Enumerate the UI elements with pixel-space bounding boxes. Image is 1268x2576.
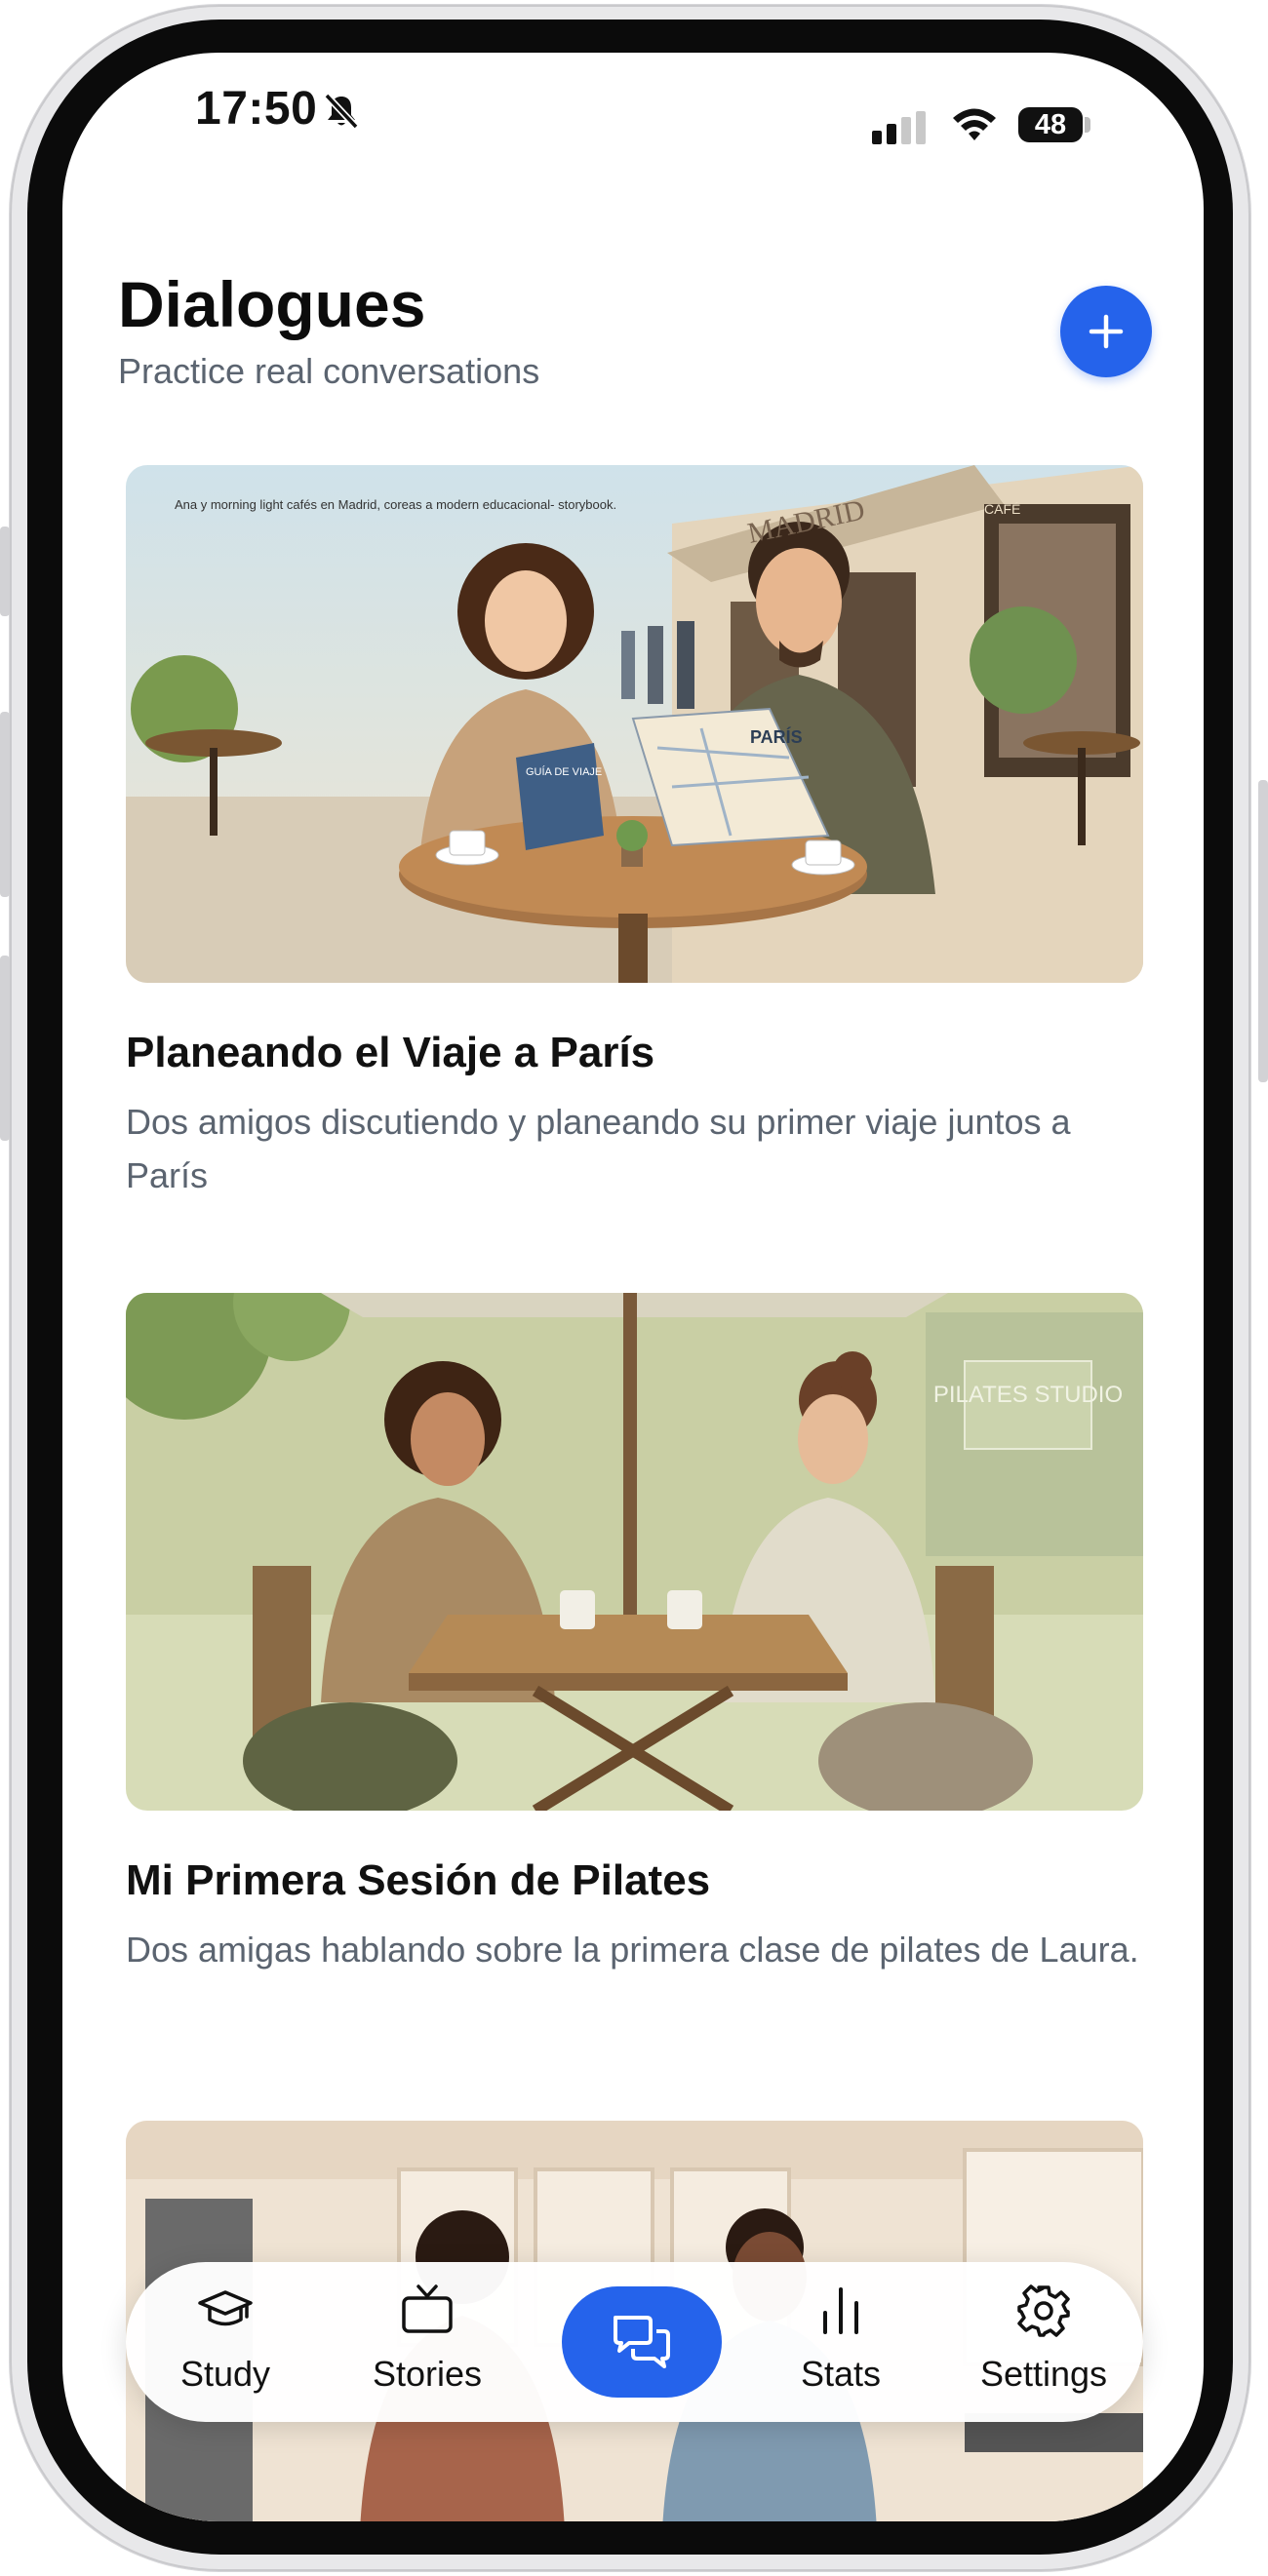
power-button — [1258, 780, 1268, 1082]
wifi-icon — [953, 108, 996, 140]
tab-settings-label: Settings — [979, 2354, 1108, 2394]
dialogue-title[interactable]: Planeando el Viaje a París — [126, 1029, 654, 1077]
pilates-cafe-illustration: PILATES STUDIO — [126, 1293, 1143, 1811]
map-label: PARÍS — [750, 726, 803, 747]
chat-bubbles-icon — [614, 2316, 670, 2368]
paris-cafe-illustration: PARÍS GUÍA DE VIAJE MADRID CAFÉ Ana y mo… — [126, 465, 1143, 983]
tab-study-label: Study — [179, 2354, 271, 2394]
bar-chart-icon — [823, 2287, 858, 2334]
dialogue-description: Dos amigas hablando sobre la primera cla… — [126, 1930, 1139, 1970]
page-subtitle: Practice real conversations — [118, 351, 540, 391]
status-time: 17:50 — [195, 83, 318, 135]
cafe-sign: CAFÉ — [984, 501, 1020, 517]
dialogue-card-image[interactable]: PILATES STUDIO — [126, 1293, 1143, 1811]
add-dialogue-button[interactable] — [1060, 286, 1152, 377]
battery-indicator: 48 — [1018, 107, 1083, 142]
plus-icon — [1089, 314, 1124, 349]
mute-switch — [0, 527, 10, 616]
book-label: GUÍA DE VIAJE — [526, 765, 602, 778]
tab-settings[interactable]: Settings — [956, 2282, 1131, 2408]
bell-muted-icon — [324, 93, 359, 130]
tab-stats[interactable]: Stats — [753, 2282, 929, 2408]
pilates-studio-sign: PILATES STUDIO — [933, 1382, 1123, 1408]
tab-stats-label: Stats — [800, 2354, 882, 2394]
tab-study[interactable]: Study — [138, 2282, 313, 2408]
gear-icon — [1017, 2284, 1070, 2337]
tab-stories[interactable]: Stories — [339, 2282, 515, 2408]
app-screen: 17:50 48 Dialogues Practice real convers… — [62, 53, 1204, 2521]
tab-stories-label: Stories — [372, 2354, 483, 2394]
image-caption: Ana y morning light cafés en Madrid, cor… — [175, 497, 616, 512]
tab-dialogues[interactable] — [562, 2286, 722, 2398]
graduation-cap-icon — [198, 2290, 253, 2326]
page-title: Dialogues — [118, 268, 426, 340]
bottom-tab-bar: Study Stories Stats Settings — [126, 2262, 1143, 2422]
volume-up-button — [0, 712, 10, 897]
dialogue-card-image[interactable]: PARÍS GUÍA DE VIAJE MADRID CAFÉ Ana y mo… — [126, 465, 1143, 983]
battery-tip — [1085, 117, 1090, 133]
cellular-signal-icon — [872, 111, 926, 144]
volume-down-button — [0, 956, 10, 1141]
dialogue-title[interactable]: Mi Primera Sesión de Pilates — [126, 1856, 710, 1905]
dialogue-description: Dos amigos discutiendo y planeando su pr… — [126, 1102, 1071, 1195]
tv-icon — [402, 2284, 453, 2333]
